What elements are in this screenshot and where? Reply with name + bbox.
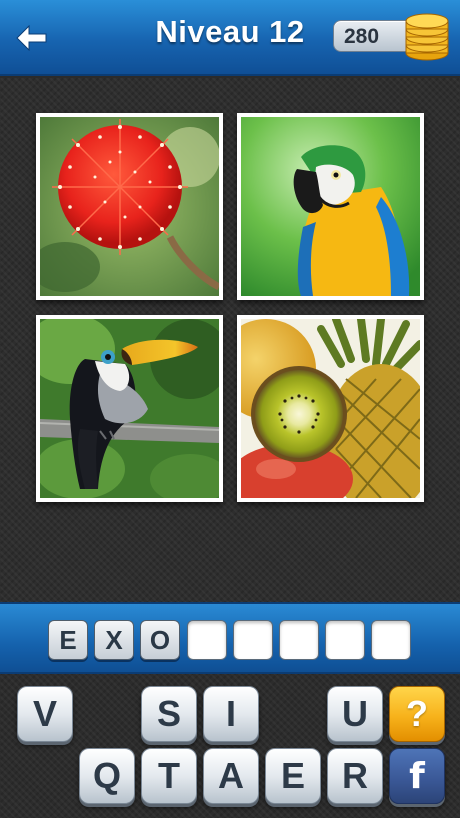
answer-slot-7[interactable]	[325, 620, 365, 660]
coin-count: 280	[344, 25, 380, 48]
letter-key-4[interactable]: U	[327, 686, 383, 742]
parrot-illustration	[241, 117, 420, 296]
question-mark-icon: ?	[406, 693, 428, 734]
gold-coin-stack-icon	[402, 12, 452, 67]
letter-key-3[interactable]: I	[203, 686, 259, 742]
hint-button[interactable]: ?	[389, 686, 445, 742]
letter-key-7[interactable]: A	[203, 748, 259, 804]
puzzle-image-parrot[interactable]	[237, 113, 424, 300]
letter-key-2[interactable]: S	[141, 686, 197, 742]
puzzle-image-flower[interactable]	[36, 113, 223, 300]
answer-slot-8[interactable]	[371, 620, 411, 660]
coin-counter: 280	[333, 20, 413, 52]
answer-slot-6[interactable]	[279, 620, 319, 660]
letter-key-5[interactable]: Q	[79, 748, 135, 804]
letter-key-9[interactable]: R	[327, 748, 383, 804]
answer-slot-5[interactable]	[233, 620, 273, 660]
puzzle-image-toucan[interactable]	[36, 315, 223, 502]
top-bar: Niveau 12 280	[0, 0, 460, 76]
letter-key-1[interactable]: V	[17, 686, 73, 742]
answer-slot-4[interactable]	[187, 620, 227, 660]
answer-slot-1[interactable]: E	[48, 620, 88, 660]
answer-slot-2[interactable]: X	[94, 620, 134, 660]
flower-illustration	[40, 117, 219, 296]
letter-key-6[interactable]: T	[141, 748, 197, 804]
toucan-illustration	[40, 319, 219, 498]
answer-bar: E X O	[0, 602, 460, 674]
letter-keyboard: V S I U ? Q T A E R f	[0, 674, 460, 818]
facebook-icon: f	[409, 755, 425, 797]
answer-slot-3[interactable]: O	[140, 620, 180, 660]
letter-key-8[interactable]: E	[265, 748, 321, 804]
facebook-share-button[interactable]: f	[389, 748, 445, 804]
puzzle-image-fruit[interactable]	[237, 315, 424, 502]
image-board	[0, 78, 460, 602]
fruit-illustration	[241, 319, 420, 498]
